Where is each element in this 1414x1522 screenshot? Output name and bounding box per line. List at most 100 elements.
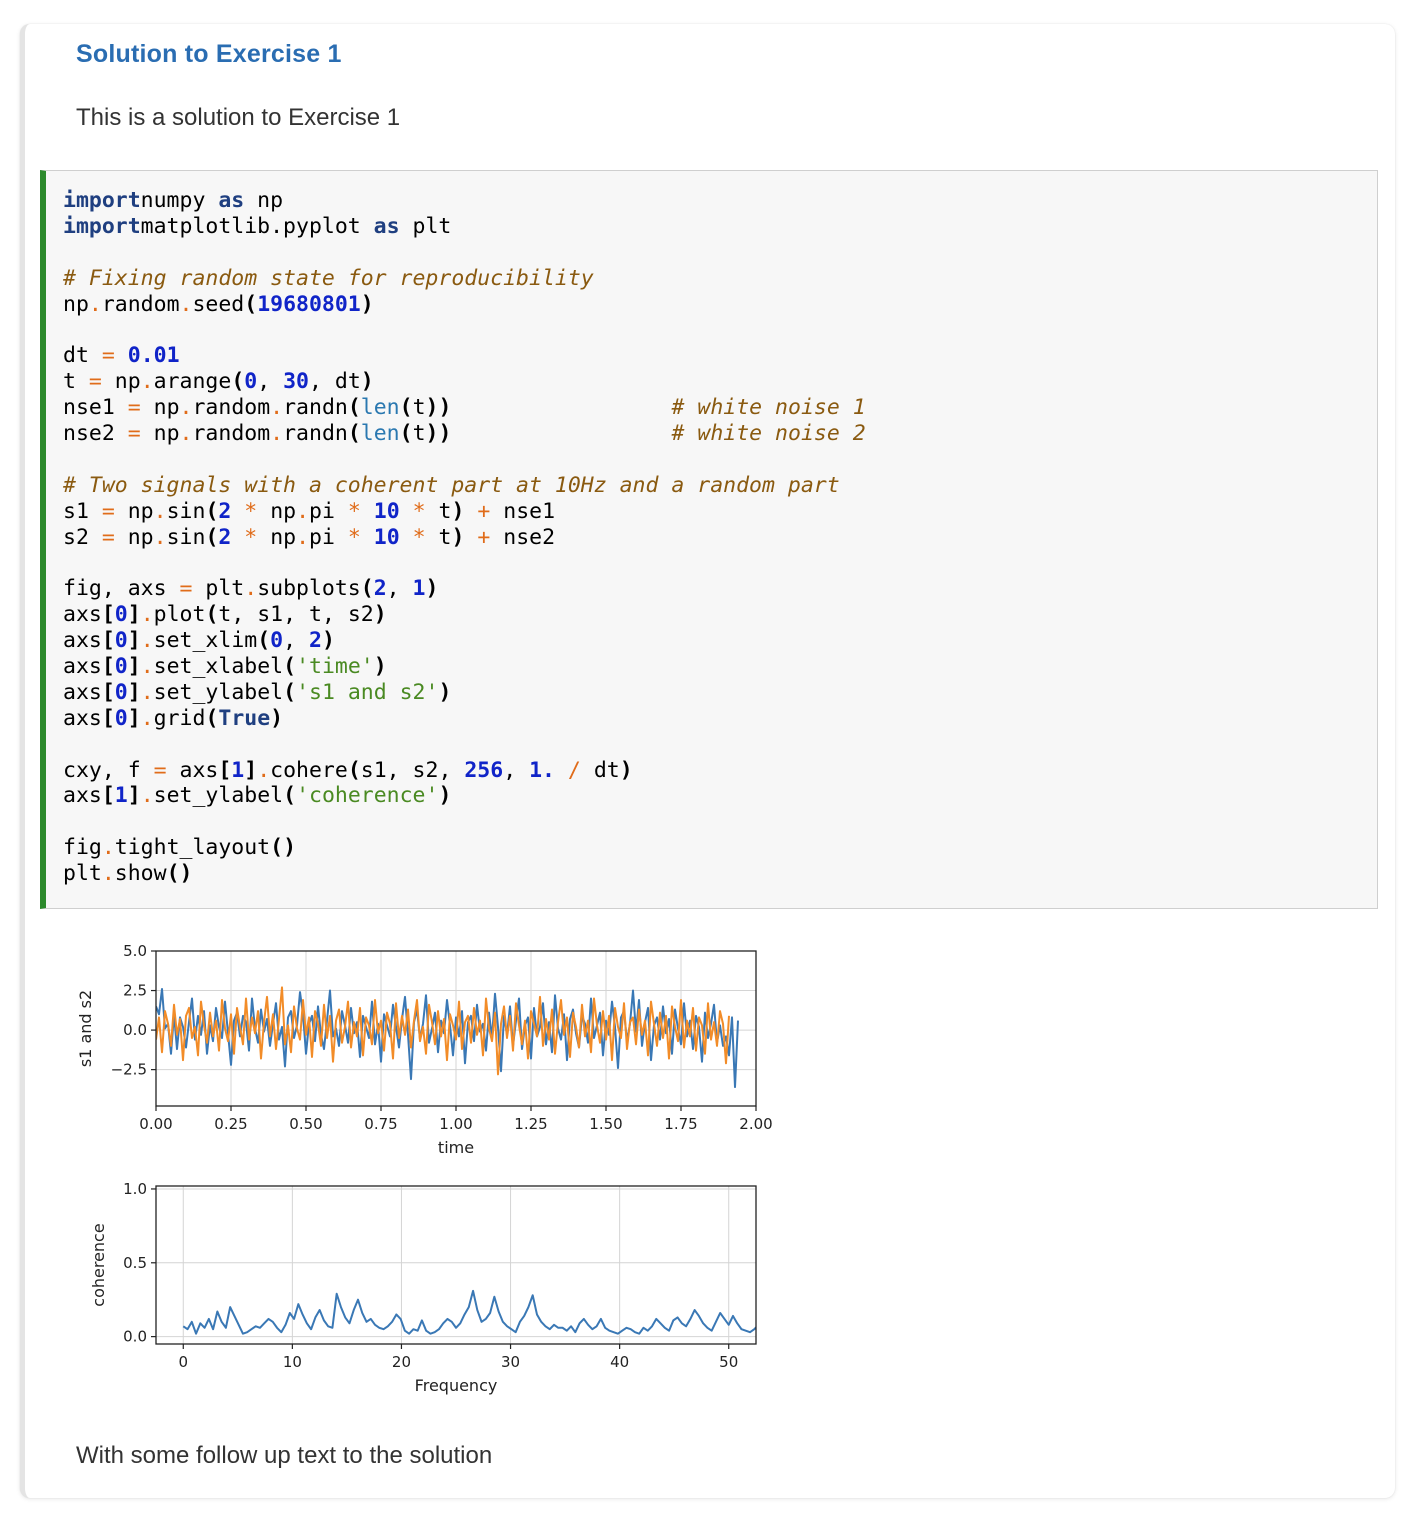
code-token: # white noise 2 (671, 421, 866, 447)
y-tick-label: 0.0 (123, 1021, 147, 1039)
code-token: , dt (309, 369, 361, 395)
code-token: random (101, 291, 180, 317)
y-tick-label: 1.0 (123, 1180, 147, 1198)
code-token: ) (451, 524, 465, 550)
code-token: [ (101, 783, 115, 809)
code-line: nse2 = np.random.randn(len(t)) # white n… (63, 421, 1377, 447)
code-token: )) (425, 395, 452, 421)
code-token: ( (283, 679, 297, 705)
code-token: = (127, 395, 141, 421)
code-token: / (567, 757, 581, 783)
code-token: [ (101, 602, 115, 628)
code-token: sin (166, 498, 206, 524)
code-line: cxy, f = axs[1].cohere(s1, s2, 256, 1. /… (63, 758, 1377, 784)
code-token: set_ylabel (153, 679, 284, 705)
code-token: ( (205, 705, 219, 731)
code-token: ] (244, 757, 258, 783)
code-token: , (386, 576, 413, 602)
code-token: # Two signals with a coherent part at 10… (63, 472, 840, 498)
code-token: t (412, 421, 426, 447)
code-token: 2 (218, 498, 232, 524)
x-tick-label: 1.50 (589, 1115, 622, 1133)
x-tick-label: 1.00 (439, 1115, 472, 1133)
code-token: random (192, 421, 271, 447)
code-token: 1 (231, 757, 245, 783)
code-line: np.random.seed(19680801) (63, 292, 1377, 318)
code-token: ] (127, 679, 141, 705)
code-token: ) (373, 602, 387, 628)
code-token: + (477, 524, 491, 550)
code-token: 0 (114, 654, 128, 680)
code-token: 's1 and s2' (296, 679, 439, 705)
code-token: . (153, 498, 167, 524)
x-tick-label: 0.25 (214, 1115, 247, 1133)
code-token: . (179, 291, 193, 317)
code-token: nse2 (490, 524, 556, 550)
code-token: . (140, 628, 154, 654)
code-token: = (88, 369, 102, 395)
code-token: . (140, 369, 154, 395)
code-token: axs (63, 602, 102, 628)
code-token: + (477, 498, 491, 524)
code-token: ] (127, 705, 141, 731)
code-line: importnumpy as np (63, 188, 1377, 214)
code-token: numpy (140, 188, 219, 213)
code-token: axs (63, 705, 102, 731)
x-tick-label: 20 (392, 1353, 411, 1371)
code-token: dt (63, 343, 102, 369)
code-block[interactable]: importnumpy as np importmatplotlib.pyplot… (40, 170, 1378, 909)
code-token: [ (101, 628, 115, 654)
code-line: nse1 = np.random.randn(len(t)) # white n… (63, 395, 1377, 421)
code-token: )) (425, 421, 452, 447)
code-token: t (63, 369, 89, 395)
code-token: ) (373, 654, 387, 680)
code-token: 0 (114, 602, 128, 628)
code-token: set_xlim (153, 628, 258, 654)
code-token: . (101, 861, 115, 887)
x-tick-label: 2.00 (739, 1115, 772, 1133)
code-line: s2 = np.sin(2 * np.pi * 10 * t) + nse2 (63, 525, 1377, 551)
code-line: importmatplotlib.pyplot as plt (63, 214, 1377, 240)
code-token: axs (63, 628, 102, 654)
y-tick-label: 0.0 (123, 1328, 147, 1346)
code-token: matplotlib.pyplot (140, 213, 374, 239)
code-token: 19680801 (257, 291, 361, 317)
code-token: np (140, 421, 180, 447)
code-token: 0 (114, 679, 128, 705)
code-token: plt (192, 576, 245, 602)
code-token: plot (153, 602, 206, 628)
code-token: s1, s2, (360, 757, 465, 783)
code-token: ( (205, 524, 219, 550)
code-token: () (270, 835, 297, 861)
code-token: ( (347, 395, 361, 421)
code-token: = (153, 757, 167, 783)
code-token: 1 (114, 783, 128, 809)
code-token: axs (63, 654, 102, 680)
code-token: ] (127, 783, 141, 809)
code-token: = (127, 421, 141, 447)
code-token: ( (360, 576, 374, 602)
code-line: axs[1].set_ylabel('coherence') (63, 783, 1377, 809)
code-token: import (63, 213, 141, 239)
code-token: np (114, 498, 154, 524)
code-token: * (244, 524, 258, 550)
code-token: ) (451, 498, 465, 524)
code-token: np (114, 524, 154, 550)
code-token: () (166, 861, 193, 887)
x-tick-label: 1.75 (664, 1115, 697, 1133)
code-token: 0 (114, 705, 128, 731)
code-token: 0 (244, 369, 258, 395)
code-token: tight_layout (114, 835, 271, 861)
code-token: . (296, 498, 310, 524)
code-token: , (257, 369, 284, 395)
code-token: axs (63, 679, 102, 705)
code-token: # white noise 1 (671, 395, 866, 421)
